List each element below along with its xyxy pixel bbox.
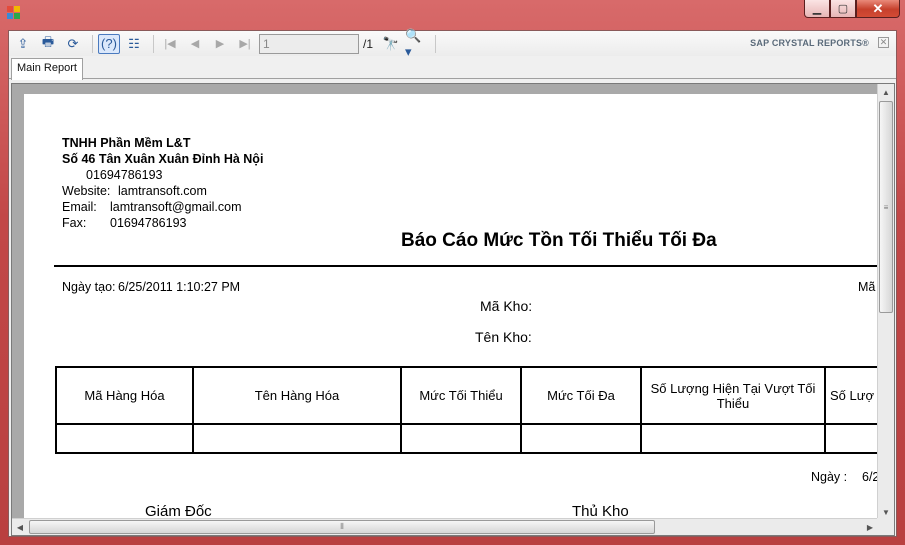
next-page-icon[interactable]: ▶ xyxy=(209,34,231,54)
print-icon[interactable]: 🖶 xyxy=(37,34,59,54)
brand-label: SAP CRYSTAL REPORTS® xyxy=(750,38,869,48)
app-icon xyxy=(7,6,21,20)
toolbar-separator xyxy=(153,34,154,53)
created-label: Ngày tạo: xyxy=(62,280,116,294)
zoom-icon[interactable]: 🔍▾ xyxy=(405,28,427,59)
scroll-corner xyxy=(877,518,894,535)
window-frame: ▁ ▢ ✕ ⇪ 🖶 ⟳ (?) ☷ |◀ ◀ ▶ ▶| /1 🔭 🔍▾ SAP … xyxy=(0,0,905,545)
column-header: Mã Hàng Hóa xyxy=(55,366,194,425)
page-total: /1 xyxy=(363,36,374,51)
column-header: Số Lượng Hiện Tại Vượt Tối Thiểu xyxy=(640,366,826,425)
page-number-input[interactable] xyxy=(259,33,359,54)
tab-main-report[interactable]: Main Report xyxy=(11,58,83,80)
company-phone: 01694786193 xyxy=(86,168,163,182)
table-cell xyxy=(192,423,402,454)
window-controls: ▁ ▢ ✕ xyxy=(804,0,900,18)
export-icon[interactable]: ⇪ xyxy=(12,34,34,54)
email-label: Email: xyxy=(62,200,97,214)
vertical-scrollbar[interactable]: ▲ ≡ ▼ xyxy=(877,84,894,520)
header-divider xyxy=(54,265,886,267)
warehouse-code-label: Mã Kho: xyxy=(480,298,533,314)
clipped-field-label: Mã xyxy=(858,280,876,294)
table-cell xyxy=(824,423,886,454)
toolbar-separator xyxy=(435,34,437,53)
close-button[interactable]: ✕ xyxy=(856,0,900,18)
scroll-up-icon[interactable]: ▲ xyxy=(878,84,894,100)
report-table: Mã Hàng Hóa Tên Hàng Hóa Mức Tối Thiểu M… xyxy=(55,366,886,454)
scroll-right-icon[interactable]: ▶ xyxy=(862,519,878,535)
website-value: lamtransoft.com xyxy=(118,184,207,198)
maximize-button[interactable]: ▢ xyxy=(830,0,856,18)
refresh-icon[interactable]: ⟳ xyxy=(62,34,84,54)
group-tree-icon[interactable]: ☷ xyxy=(123,34,145,54)
company-name: TNHH Phần Mềm L&T xyxy=(62,136,191,150)
scroll-left-icon[interactable]: ◀ xyxy=(12,519,28,535)
vertical-scroll-thumb[interactable]: ≡ xyxy=(879,101,893,313)
table-row xyxy=(55,423,886,454)
fax-value: 01694786193 xyxy=(110,216,187,230)
client-area: ⇪ 🖶 ⟳ (?) ☷ |◀ ◀ ▶ ▶| /1 🔭 🔍▾ SAP CRYSTA… xyxy=(8,28,897,537)
tab-row: Main Report xyxy=(9,57,896,80)
date-label: Ngày : xyxy=(811,470,848,484)
close-view-icon[interactable]: ✕ xyxy=(878,37,889,48)
column-header: Mức Tối Thiểu xyxy=(400,366,522,425)
title-bar[interactable]: ▁ ▢ ✕ xyxy=(0,0,905,26)
table-cell xyxy=(400,423,522,454)
column-header: Số Lượ xyxy=(824,366,886,425)
column-header: Mức Tối Đa xyxy=(520,366,642,425)
report-page: TNHH Phần Mềm L&T Số 46 Tân Xuân Xuân Đỉ… xyxy=(24,94,886,524)
website-label: Website: xyxy=(62,184,111,198)
horizontal-scroll-thumb[interactable]: ⦀ xyxy=(29,520,655,534)
last-page-icon[interactable]: ▶| xyxy=(234,34,256,54)
column-header: Tên Hàng Hóa xyxy=(192,366,402,425)
previous-page-icon[interactable]: ◀ xyxy=(184,34,206,54)
first-page-icon[interactable]: |◀ xyxy=(159,34,181,54)
minimize-button[interactable]: ▁ xyxy=(804,0,830,18)
toolbar-separator xyxy=(92,34,93,53)
company-address: Số 46 Tân Xuân Xuân Đỉnh Hà Nội xyxy=(62,152,264,166)
find-icon[interactable]: 🔭 xyxy=(380,34,402,54)
fax-label: Fax: xyxy=(62,216,87,230)
table-header-row: Mã Hàng Hóa Tên Hàng Hóa Mức Tối Thiểu M… xyxy=(55,366,886,425)
table-cell xyxy=(640,423,826,454)
maximize-icon: ▢ xyxy=(837,3,849,15)
created-value: 6/25/2011 1:10:27 PM xyxy=(118,280,241,294)
report-viewer[interactable]: TNHH Phần Mềm L&T Số 46 Tân Xuân Xuân Đỉ… xyxy=(11,83,895,536)
minimize-icon: ▁ xyxy=(812,3,822,15)
email-value: lamtransoft@gmail.com xyxy=(110,200,242,214)
horizontal-scrollbar[interactable]: ◀ ⦀ ▶ xyxy=(12,518,878,535)
table-cell xyxy=(520,423,642,454)
close-icon: ✕ xyxy=(872,0,884,16)
report-title: Báo Cáo Mức Tồn Tối Thiểu Tối Đa xyxy=(401,230,717,251)
warehouse-name-label: Tên Kho: xyxy=(475,329,532,345)
table-cell xyxy=(55,423,194,454)
help-icon[interactable]: (?) xyxy=(98,33,120,54)
toolbar: ⇪ 🖶 ⟳ (?) ☷ |◀ ◀ ▶ ▶| /1 🔭 🔍▾ SAP CRYSTA… xyxy=(9,28,896,59)
